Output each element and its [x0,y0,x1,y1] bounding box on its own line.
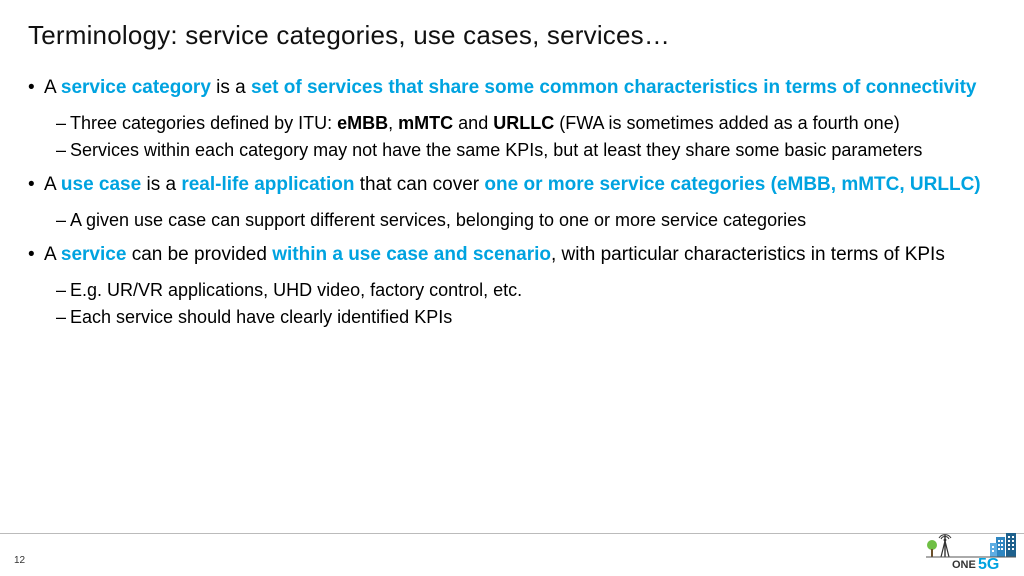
sub-bullet: E.g. UR/VR applications, UHD video, fact… [56,278,996,302]
highlight-categories: one or more service categories (eMBB, mM… [484,174,980,195]
highlight-service-category: service category [61,77,216,98]
text: is a [146,174,181,195]
bold-urllc: URLLC [493,113,554,133]
bullet-list: A service category is a set of services … [28,75,996,329]
logo-text-5g: 5G [978,556,999,569]
logo-text-one: ONE [952,559,976,569]
sub-list: Three categories defined by ITU: eMBB, m… [44,111,996,163]
bullet-service-category: A service category is a set of services … [28,75,996,162]
page-number: 12 [14,555,25,566]
bullet-service: A service can be provided within a use c… [28,242,996,329]
sub-list: A given use case can support different s… [44,208,996,232]
footer: 12 [0,533,1024,576]
highlight-use-case: use case [61,174,147,195]
logo-icon: ONE 5G [924,531,1018,569]
text: can be provided [132,244,273,265]
bullet-use-case: A use case is a real-life application th… [28,172,996,232]
bold-mmtc: mMTC [398,113,453,133]
sub-bullet: Three categories defined by ITU: eMBB, m… [56,111,996,135]
text: and [453,113,493,133]
one5g-logo: ONE 5G [924,531,1018,574]
highlight-definition: set of services that share some common c… [251,77,976,98]
text: (FWA is sometimes added as a fourth one) [554,113,899,133]
text: is a [216,77,251,98]
highlight-scenario: within a use case and scenario [272,244,551,265]
text: A [44,244,61,265]
text: A [44,174,61,195]
sub-bullet: Each service should have clearly identif… [56,305,996,329]
slide: Terminology: service categories, use cas… [0,0,1024,576]
text: that can cover [360,174,485,195]
sub-list: E.g. UR/VR applications, UHD video, fact… [44,278,996,330]
highlight-application: real-life application [181,174,359,195]
sub-bullet: Services within each category may not ha… [56,138,996,162]
slide-title: Terminology: service categories, use cas… [28,20,996,51]
text: A [44,77,61,98]
text: , with particular characteristics in ter… [551,244,945,265]
text: Three categories defined by ITU: [70,113,337,133]
text: , [388,113,398,133]
bold-embb: eMBB [337,113,388,133]
sub-bullet: A given use case can support different s… [56,208,996,232]
highlight-service: service [61,244,132,265]
